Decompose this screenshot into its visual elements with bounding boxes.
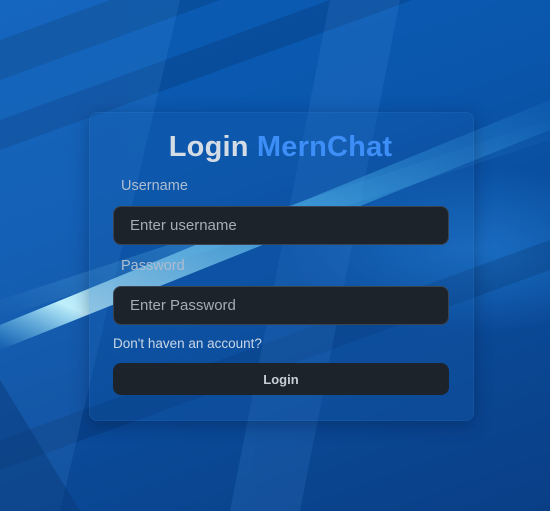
username-label: Username bbox=[121, 178, 188, 194]
password-label: Password bbox=[121, 258, 185, 274]
signup-link[interactable]: Don't haven an account? bbox=[113, 336, 262, 351]
title-prefix: Login bbox=[168, 131, 249, 163]
login-button[interactable]: Login bbox=[113, 363, 449, 395]
brand-name: MernChat bbox=[256, 131, 393, 163]
username-input[interactable] bbox=[113, 206, 449, 245]
login-title: Login MernChat bbox=[89, 131, 472, 164]
password-input[interactable] bbox=[113, 286, 449, 325]
